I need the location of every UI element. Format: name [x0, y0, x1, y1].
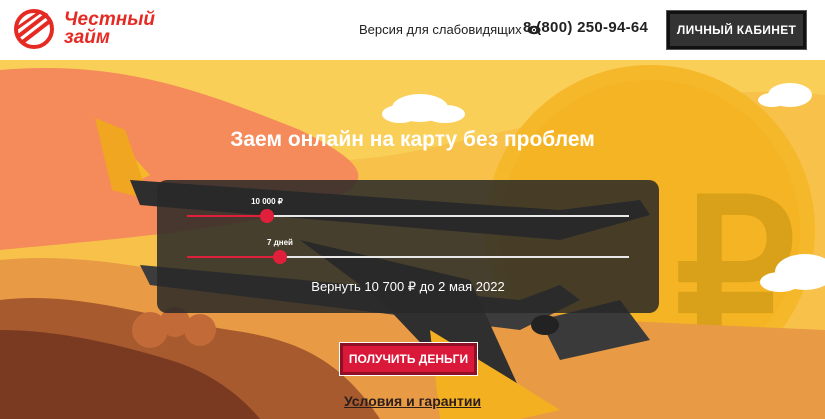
site-header: Честный займ Версия для слабовидящих 8 (…	[0, 0, 825, 60]
logo-wordmark: Честный займ	[64, 10, 155, 48]
repayment-summary: Вернуть 10 700 ₽ до 2 мая 2022	[311, 279, 505, 294]
logo-line-2: займ	[64, 27, 110, 48]
brand-logo[interactable]: Честный займ	[12, 9, 155, 49]
amount-slider-fill	[187, 215, 267, 217]
loan-calculator: 10 000 ₽ 7 дней Вернуть 10 700 ₽ до 2 ма…	[157, 180, 659, 313]
accessibility-label: Версия для слабовидящих	[359, 22, 522, 37]
terms-link[interactable]: Условия и гарантии	[0, 393, 825, 409]
amount-slider-handle[interactable]	[260, 209, 274, 223]
term-slider-fill	[187, 256, 280, 258]
term-slider-handle[interactable]	[273, 250, 287, 264]
phone-number[interactable]: 8 (800) 250-94-64	[523, 19, 648, 36]
amount-slider[interactable]	[187, 209, 629, 223]
term-value: 7 дней	[267, 238, 293, 247]
accessibility-version-link[interactable]: Версия для слабовидящих	[359, 22, 541, 37]
personal-account-button[interactable]: ЛИЧНЫЙ КАБИНЕТ	[666, 10, 807, 50]
page-title: Заем онлайн на карту без проблем	[230, 128, 595, 151]
get-money-button[interactable]: ПОЛУЧИТЬ ДЕНЬГИ	[339, 342, 478, 376]
amount-value: 10 000 ₽	[251, 197, 283, 206]
term-slider[interactable]	[187, 250, 629, 264]
logo-mark-icon	[14, 9, 54, 49]
